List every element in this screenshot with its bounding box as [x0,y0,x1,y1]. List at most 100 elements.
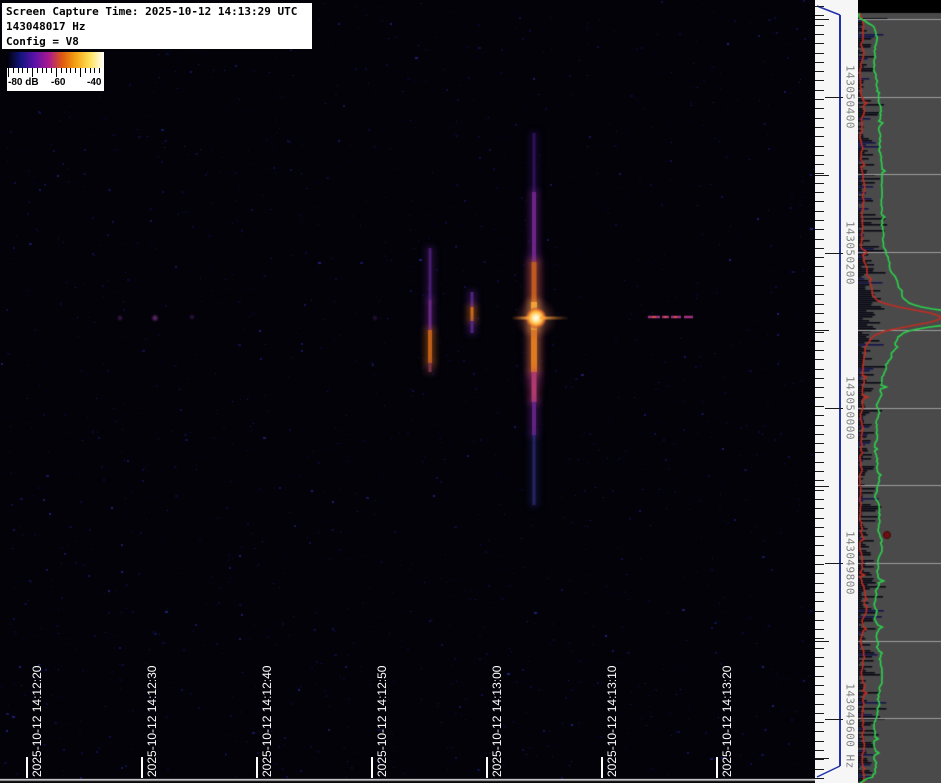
freq-medium-tick [815,486,829,487]
freq-minor-tick [815,508,824,509]
freq-minor-tick [815,369,824,370]
scale-label-mid: -60 [51,77,65,88]
freq-minor-tick [815,434,824,435]
capture-frequency-text: 143048017 Hz [6,19,312,34]
freq-minor-tick [815,425,824,426]
time-axis-label: 2025-10-12 14:13:20 [720,666,734,777]
freq-minor-tick [815,15,824,16]
freq-minor-tick [815,741,824,742]
freq-minor-tick [815,415,824,416]
freq-minor-tick [815,34,824,35]
freq-medium-tick [815,175,829,176]
time-axis-label: 2025-10-12 14:13:10 [605,666,619,777]
freq-minor-tick [815,313,824,314]
frequency-axis-label: 143049600 Hz [844,683,857,768]
freq-minor-tick [815,201,824,202]
freq-minor-tick [815,611,824,612]
time-tick [716,757,718,778]
color-gradient-bar [7,52,104,68]
time-tick [256,757,258,778]
freq-major-tick [825,719,843,720]
capture-time-text: Screen Capture Time: 2025-10-12 14:13:29… [6,4,312,19]
freq-minor-tick [815,545,824,546]
freq-minor-tick [815,155,824,156]
scale-tick [18,68,19,73]
scale-tick [32,68,33,77]
scale-tick [99,68,100,73]
freq-minor-tick [815,99,824,100]
freq-minor-tick [815,620,824,621]
freq-minor-tick [815,257,824,258]
scale-tick [90,68,91,73]
frequency-axis-label: 143050400 [844,65,857,129]
freq-minor-tick [815,108,824,109]
freq-minor-tick [815,6,824,7]
freq-minor-tick [815,136,824,137]
freq-major-tick [825,97,843,98]
freq-minor-tick [815,480,824,481]
freq-minor-tick [815,573,824,574]
freq-minor-tick [815,192,824,193]
waterfall-spectrogram [0,0,815,783]
scale-tick [42,68,43,73]
freq-minor-tick [815,378,824,379]
freq-minor-tick [815,397,824,398]
freq-medium-tick [815,330,829,331]
freq-minor-tick [815,452,824,453]
freq-minor-tick [815,657,824,658]
freq-minor-tick [815,71,824,72]
color-scale-labels: -80 dB -60 -40 [7,77,104,91]
scale-tick [56,68,57,77]
freq-minor-tick [815,676,824,677]
time-tick [141,757,143,778]
freq-medium-tick [815,758,829,759]
freq-minor-tick [815,629,824,630]
scale-tick [85,68,86,73]
time-axis-label: 2025-10-12 14:12:30 [145,666,159,777]
freq-minor-tick [815,601,824,602]
time-tick [371,757,373,778]
freq-minor-tick [815,750,824,751]
freq-minor-tick [815,443,824,444]
scale-label-max: -40 [87,77,101,88]
freq-medium-tick [815,641,829,642]
frequency-axis-line [839,15,841,766]
time-axis-label: 2025-10-12 14:13:00 [490,666,504,777]
freq-minor-tick [815,164,824,165]
scale-tick [13,68,14,73]
scale-tick [66,68,67,73]
scale-tick [51,68,52,73]
frequency-axis-label: 143049800 [844,531,857,595]
freq-minor-tick [815,462,824,463]
freq-minor-tick [815,304,824,305]
freq-minor-tick [815,53,824,54]
freq-minor-tick [815,332,824,333]
freq-minor-tick [815,666,824,667]
scale-tick [46,68,47,73]
capture-info-box: Screen Capture Time: 2025-10-12 14:13:29… [2,3,312,49]
freq-major-tick [825,253,843,254]
time-tick [26,757,28,778]
freq-minor-tick [815,694,824,695]
scale-tick [80,68,81,77]
spectrum-side-panel [858,0,941,783]
config-text: Config = V8 [6,34,312,49]
scale-tick [70,68,71,73]
freq-minor-tick [815,183,824,184]
freq-minor-tick [815,564,824,565]
freq-minor-tick [815,127,824,128]
freq-minor-tick [815,583,824,584]
freq-minor-tick [815,704,824,705]
freq-minor-tick [815,759,824,760]
frequency-ruler: 1430504001430502001430500001430498001430… [815,0,858,783]
freq-minor-tick [815,490,824,491]
freq-minor-tick [815,239,824,240]
time-axis-label: 2025-10-12 14:12:50 [375,666,389,777]
color-scale-ticks [7,68,104,77]
freq-minor-tick [815,220,824,221]
freq-minor-tick [815,471,824,472]
freq-minor-tick [815,146,824,147]
freq-minor-tick [815,248,824,249]
freq-minor-tick [815,499,824,500]
spectrogram-app-window: 2025-10-12 14:12:202025-10-12 14:12:3020… [0,0,941,783]
